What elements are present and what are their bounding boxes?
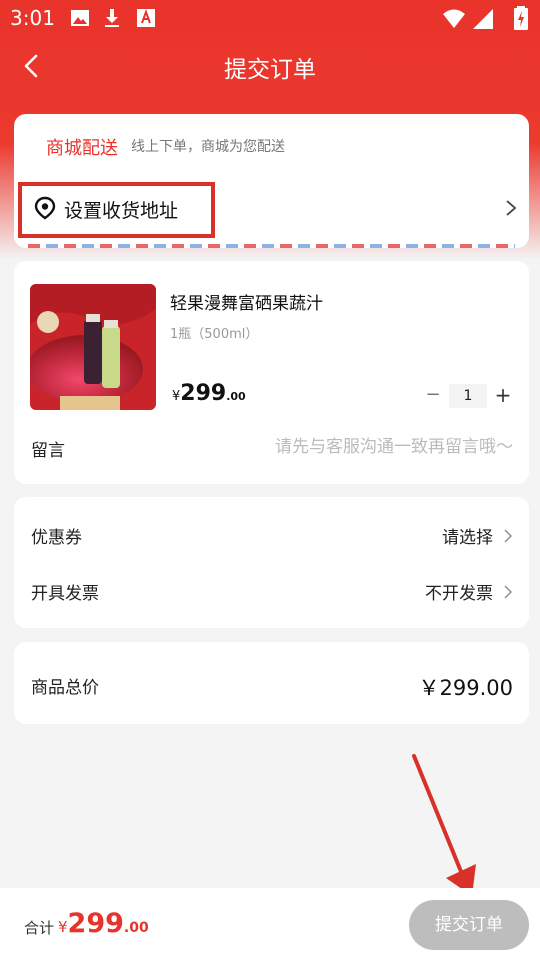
message-label: 留言 xyxy=(31,441,65,461)
goods-total-label: 商品总价 xyxy=(31,678,99,698)
airmail-divider xyxy=(28,244,515,248)
product-photo xyxy=(30,284,156,410)
delivery-card: 商城配送 线上下单，商城为您配送 设置收货地址 xyxy=(14,114,529,248)
page-title: 提交订单 xyxy=(224,57,316,83)
signal-icon xyxy=(473,9,493,29)
product-spec: 1瓶（500ml） xyxy=(170,327,259,342)
status-time: 3:01 xyxy=(10,6,55,30)
sum-integer: 299 xyxy=(67,908,124,939)
annotation-arrow xyxy=(412,754,476,896)
options-card: 优惠券 请选择 开具发票 不开发票 xyxy=(14,497,529,628)
price-decimal: .00 xyxy=(226,390,246,403)
invoice-value: 不开发票 xyxy=(425,584,493,604)
submit-order-button[interactable]: 提交订单 xyxy=(409,900,529,950)
quantity-value[interactable]: 1 xyxy=(449,384,487,408)
product-card: 轻果漫舞富硒果蔬汁 1瓶（500ml） ¥299.00 − 1 + 留言 xyxy=(14,261,529,484)
chevron-right-icon xyxy=(504,585,513,599)
product-image[interactable] xyxy=(30,284,156,410)
increase-button[interactable]: + xyxy=(493,383,513,409)
price-integer: 299 xyxy=(180,381,227,406)
sum-currency: ¥ xyxy=(58,918,68,936)
nav-bar: 提交订单 xyxy=(0,36,540,96)
product-name: 轻果漫舞富硒果蔬汁 xyxy=(170,294,323,314)
battery-charging-icon xyxy=(514,6,528,30)
product-price: ¥299.00 xyxy=(172,381,246,406)
coupon-value: 请选择 xyxy=(442,528,493,548)
goods-total-value: ￥299.00 xyxy=(418,676,513,700)
quantity-stepper: − 1 + xyxy=(423,383,513,409)
chevron-right-icon xyxy=(504,529,513,543)
location-pin-icon xyxy=(34,196,56,220)
set-address-label: 设置收货地址 xyxy=(64,200,179,222)
delivery-mode: 商城配送 xyxy=(46,138,118,159)
coupon-row[interactable]: 优惠券 请选择 xyxy=(14,507,529,563)
sum-decimal: .00 xyxy=(123,920,149,936)
sum-price: ¥299.00 xyxy=(58,908,149,939)
delivery-description: 线上下单，商城为您配送 xyxy=(131,139,285,155)
chevron-right-icon xyxy=(506,200,517,216)
status-bar: 3:01 xyxy=(0,0,540,36)
invoice-row[interactable]: 开具发票 不开发票 xyxy=(14,563,529,619)
bottom-bar: 合计 ¥299.00 提交订单 xyxy=(0,888,540,960)
message-input[interactable] xyxy=(213,433,513,461)
text-a-icon xyxy=(137,9,155,27)
image-icon xyxy=(71,10,89,26)
invoice-label: 开具发票 xyxy=(31,584,99,604)
wifi-icon xyxy=(443,9,465,28)
sum-label: 合计 xyxy=(24,919,55,937)
set-address-row[interactable]: 设置收货地址 xyxy=(18,182,518,238)
decrease-button[interactable]: − xyxy=(423,383,443,409)
coupon-label: 优惠券 xyxy=(31,528,82,548)
total-card: 商品总价 ￥299.00 xyxy=(14,642,529,724)
download-icon xyxy=(105,9,119,27)
